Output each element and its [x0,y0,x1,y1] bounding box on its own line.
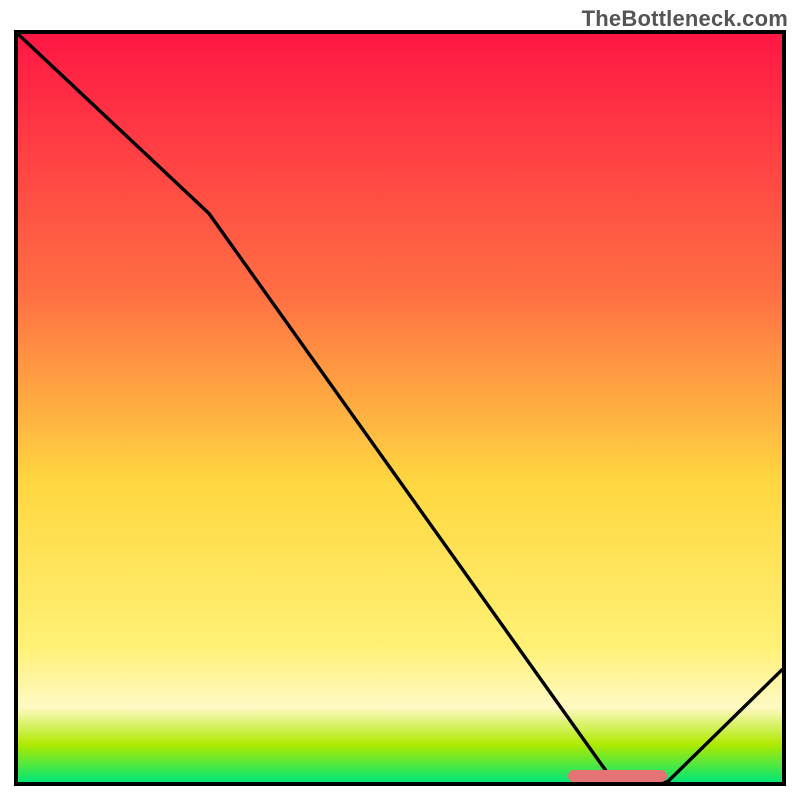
plot-area [14,30,786,786]
bottleneck-curve-line [18,34,782,782]
optimal-range-marker [568,770,667,782]
watermark-label: TheBottleneck.com [582,6,788,32]
curve-overlay [18,34,782,782]
chart-container: TheBottleneck.com [0,0,800,800]
